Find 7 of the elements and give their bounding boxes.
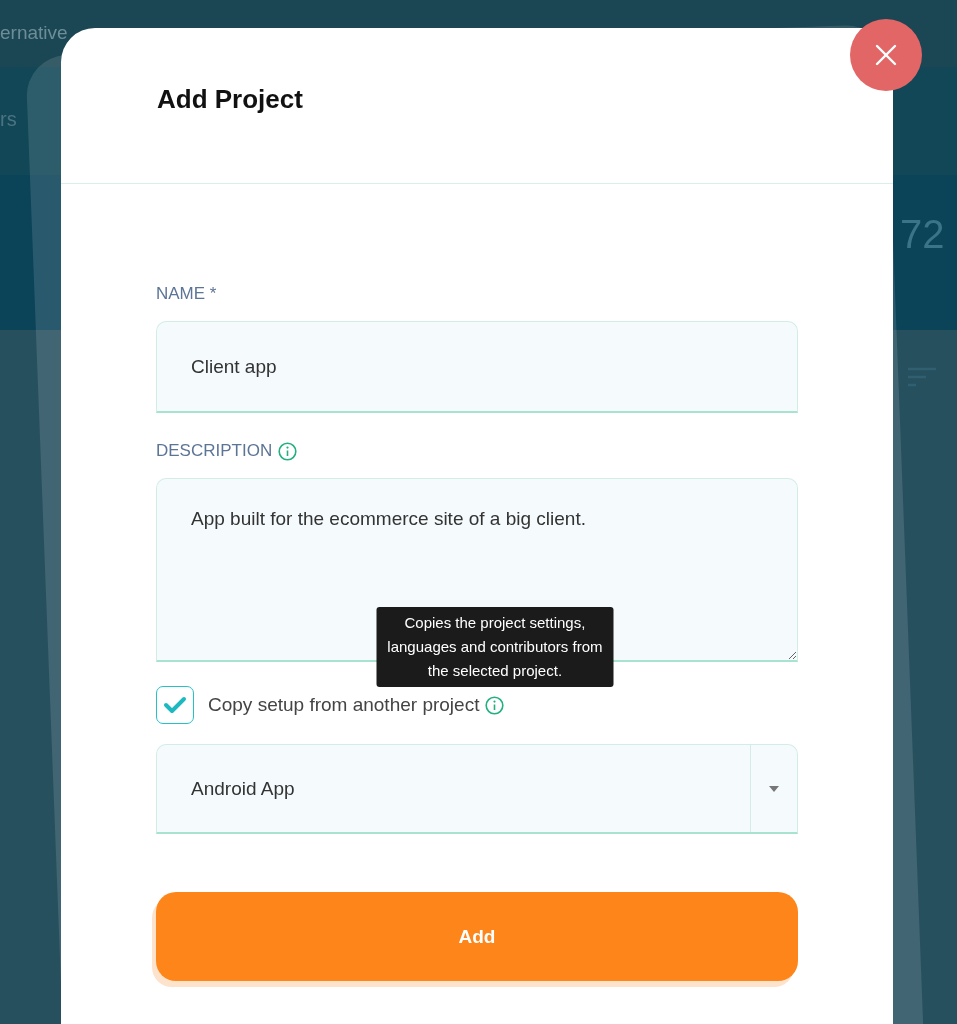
tooltip: Copies the project settings, languages and contributors from the selected project. <box>376 606 614 687</box>
field-label: NAME * <box>156 284 217 304</box>
dialog-title: Add Project <box>157 84 303 115</box>
field-label: DESCRIPTION <box>156 441 273 461</box>
background-text: rs <box>0 108 17 131</box>
checkbox-label: Copy setup from another project <box>208 694 480 716</box>
background-text: ernative <box>0 22 68 44</box>
